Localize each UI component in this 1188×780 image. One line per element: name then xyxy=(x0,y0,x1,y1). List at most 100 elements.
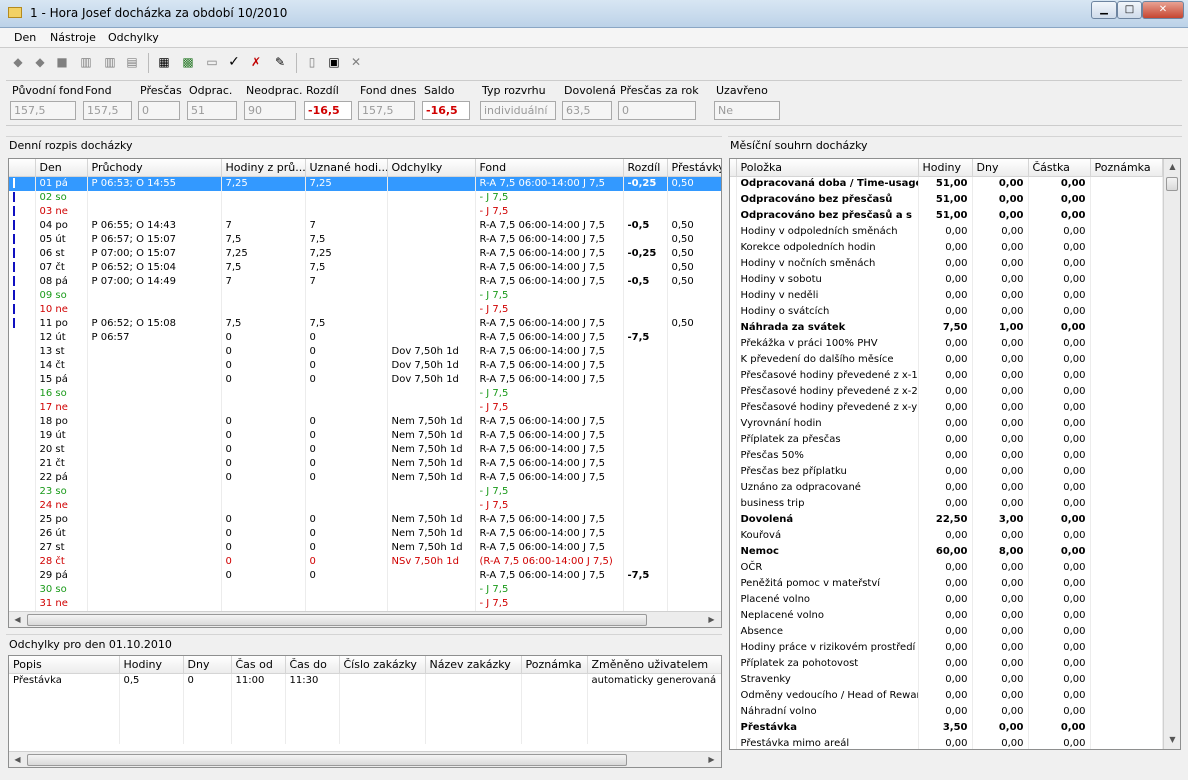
deviations-table[interactable]: Popis Hodiny Dny Čas od Čas do Číslo zakázky N… xyxy=(8,655,722,768)
table-row[interactable]: Příplatek za pohotovost 0,00 0,00 0,00 xyxy=(730,656,1163,672)
table-row[interactable]: Absence 0,00 0,00 0,00 xyxy=(730,624,1163,640)
table-row[interactable]: 02 so - J 7,5 xyxy=(9,190,721,205)
table-row[interactable]: 05 út P 06:57; O 15:07 7,5 7,5 R-A 7,5 06:00… xyxy=(9,232,721,247)
table-row[interactable]: 15 pá 0 0 Dov 7,50h 1d R-A 7,5 06:00-14:00 J… xyxy=(9,372,721,387)
table-row[interactable]: 11 po P 06:52; O 15:08 7,5 7,5 R-A 7,5 06:00… xyxy=(9,316,721,331)
check-icon[interactable]: ✓ xyxy=(224,52,244,72)
table-row[interactable]: Hodiny práce v rizikovém prostředí 0,00 0,… xyxy=(730,640,1163,656)
table-row[interactable]: Uznáno za odpracované 0,00 0,00 0,00 xyxy=(730,480,1163,496)
table-row[interactable]: Korekce odpoledních hodin 0,00 0,00 0,00 xyxy=(730,240,1163,256)
table-row[interactable]: 24 ne - J 7,5 xyxy=(9,498,721,513)
monthly-summary-table[interactable]: Položka Hodiny Dny Částka Poznámka Odpracova… xyxy=(729,158,1181,750)
daily-horizontal-scrollbar[interactable]: ◀ ▶ xyxy=(9,611,721,627)
table-row[interactable]: Přesčasové hodiny převedené z x-1 0,00 0,0… xyxy=(730,368,1163,384)
table-row[interactable]: Neplacené volno 0,00 0,00 0,00 xyxy=(730,608,1163,624)
table-row[interactable]: Odměny vedoucího / Head of Reward 0,00 0,0… xyxy=(730,688,1163,704)
column-header[interactable]: Položka xyxy=(736,159,919,177)
table-row[interactable]: 08 pá P 07:00; O 14:49 7 7 R-A 7,5 06:00-14:… xyxy=(9,274,721,289)
column-header[interactable]: Změněno uživatelem xyxy=(587,656,721,674)
close-button[interactable]: ✕ xyxy=(1142,1,1184,19)
table-row[interactable]: 21 čt 0 0 Nem 7,50h 1d R-A 7,5 06:00-14:00 J… xyxy=(9,456,721,471)
table-row[interactable]: 23 so - J 7,5 xyxy=(9,484,721,499)
table-row[interactable]: Vyrovnání hodin 0,00 0,00 0,00 xyxy=(730,416,1163,432)
column-header[interactable]: Čas od xyxy=(231,656,286,674)
table-row[interactable]: Přesčas bez příplatku 0,00 0,00 0,00 xyxy=(730,464,1163,480)
table-row[interactable]: Přestávka mimo areál 0,00 0,00 0,00 xyxy=(730,736,1163,749)
table-row[interactable]: 01 pá P 06:53; O 14:55 7,25 7,25 R-A 7,5 06:… xyxy=(9,176,721,191)
column-header[interactable]: Přestávky xyxy=(667,159,721,177)
close-icon[interactable]: ✕ xyxy=(346,52,366,72)
table-row[interactable]: 25 po 0 0 Nem 7,50h 1d R-A 7,5 06:00-14:00 J… xyxy=(9,512,721,527)
table-row[interactable]: Kouřová 0,00 0,00 0,00 xyxy=(730,528,1163,544)
table-row[interactable]: Hodiny v nočních směnách 0,00 0,00 0,00 xyxy=(730,256,1163,272)
next-record-icon[interactable]: ◆ xyxy=(30,52,50,72)
table-row[interactable]: 16 so - J 7,5 xyxy=(9,386,721,401)
table-row[interactable]: 29 pá 0 0 R-A 7,5 06:00-14:00 J 7,5 -7,5 xyxy=(9,568,721,583)
menu-nastroje[interactable]: Nástroje xyxy=(50,31,96,44)
calculator-icon[interactable]: ▦ xyxy=(154,52,174,72)
column-header[interactable]: Dny xyxy=(183,656,232,674)
new-page-icon[interactable]: ▯ xyxy=(302,52,322,72)
table-row[interactable]: 14 čt 0 0 Dov 7,50h 1d R-A 7,5 06:00-14:00 J… xyxy=(9,358,721,373)
table-row[interactable]: Přestávka 0,5 0 11:00 11:30 automaticky gener… xyxy=(9,673,721,688)
column-header[interactable]: Poznámka xyxy=(521,656,588,674)
table-row[interactable]: Náhrada za svátek 7,50 1,00 0,00 xyxy=(730,320,1163,336)
daily-attendance-table[interactable]: Den Průchody Hodiny z prů... Uznané hodi...… xyxy=(8,158,722,628)
table-row[interactable]: Hodiny v neděli 0,00 0,00 0,00 xyxy=(730,288,1163,304)
table-row[interactable]: Odpracováno bez přesčasů 51,00 0,00 0,00 xyxy=(730,192,1163,208)
table-row[interactable]: 28 čt 0 0 NSv 7,50h 1d (R-A 7,5 06:00-14:00 … xyxy=(9,554,721,569)
table-row[interactable]: Placené volno 0,00 0,00 0,00 xyxy=(730,592,1163,608)
column-header[interactable]: Den xyxy=(35,159,88,177)
scroll-thumb[interactable] xyxy=(27,754,627,766)
table-row[interactable]: OČR 0,00 0,00 0,00 xyxy=(730,560,1163,576)
table-row[interactable]: 27 st 0 0 Nem 7,50h 1d R-A 7,5 06:00-14:00 J… xyxy=(9,540,721,555)
column-header[interactable]: Rozdíl xyxy=(623,159,668,177)
menu-odchylky[interactable]: Odchylky xyxy=(108,31,159,44)
scroll-thumb[interactable] xyxy=(1166,177,1178,191)
scroll-left-arrow-icon[interactable]: ◀ xyxy=(9,615,26,624)
monthly-vertical-scrollbar[interactable]: ▲ ▼ xyxy=(1163,159,1180,749)
menu-den[interactable]: Den xyxy=(14,31,36,44)
table-row[interactable]: 31 ne - J 7,5 xyxy=(9,596,721,611)
table-row[interactable]: 10 ne - J 7,5 xyxy=(9,302,721,317)
table-row[interactable]: 03 ne - J 7,5 xyxy=(9,204,721,219)
deviations-horizontal-scrollbar[interactable]: ◀ ▶ xyxy=(9,751,721,767)
column-header[interactable]: Dny xyxy=(972,159,1029,177)
column-header[interactable]: Hodiny xyxy=(918,159,973,177)
scroll-left-arrow-icon[interactable]: ◀ xyxy=(9,755,26,764)
column-header[interactable]: Hodiny z prů... xyxy=(221,159,306,177)
table-row[interactable]: 07 čt P 06:52; O 15:04 7,5 7,5 R-A 7,5 06:00… xyxy=(9,260,721,275)
barcode-icon[interactable]: ▥ xyxy=(76,52,96,72)
table-row[interactable]: 17 ne - J 7,5 xyxy=(9,400,721,415)
table-row[interactable]: Peněžitá pomoc v mateřství 0,00 0,00 0,00 xyxy=(730,576,1163,592)
scroll-down-arrow-icon[interactable]: ▼ xyxy=(1164,735,1180,744)
table-row[interactable]: Přesčasové hodiny převedené z x-2 0,00 0,0… xyxy=(730,384,1163,400)
cross-check-icon[interactable]: ✗ xyxy=(246,52,266,72)
column-header[interactable]: Číslo zakázky xyxy=(339,656,426,674)
prev-record-icon[interactable]: ◆ xyxy=(8,52,28,72)
column-header[interactable]: Uznané hodi... xyxy=(305,159,388,177)
column-header[interactable]: Hodiny xyxy=(119,656,184,674)
table-row[interactable]: Dovolená 22,50 3,00 0,00 xyxy=(730,512,1163,528)
table-row[interactable]: Nemoc 60,00 8,00 0,00 xyxy=(730,544,1163,560)
table-row[interactable]: 04 po P 06:55; O 14:43 7 7 R-A 7,5 06:00-14:… xyxy=(9,218,721,233)
table-row[interactable]: 12 út P 06:57 0 0 R-A 7,5 06:00-14:00 J 7,5-… xyxy=(9,330,721,345)
column-header[interactable]: Průchody xyxy=(87,159,222,177)
table-row[interactable]: 22 pá 0 0 Nem 7,50h 1d R-A 7,5 06:00-14:00 J… xyxy=(9,470,721,485)
table-row[interactable]: Odpracováno bez přesčasů a s 51,00 0,00 0,0… xyxy=(730,208,1163,224)
scroll-right-arrow-icon[interactable]: ▶ xyxy=(703,615,720,624)
column-header[interactable]: Poznámka xyxy=(1090,159,1163,177)
table-row[interactable]: 13 st 0 0 Dov 7,50h 1d R-A 7,5 06:00-14:00 J… xyxy=(9,344,721,359)
scroll-up-arrow-icon[interactable]: ▲ xyxy=(1164,162,1180,171)
column-header[interactable]: Fond xyxy=(475,159,624,177)
table-row[interactable]: Stravenky 0,00 0,00 0,00 xyxy=(730,672,1163,688)
table-row[interactable]: Přesčasové hodiny převedené z x-y 0,00 0,0… xyxy=(730,400,1163,416)
scroll-right-arrow-icon[interactable]: ▶ xyxy=(703,755,720,764)
column-header[interactable]: Částka xyxy=(1028,159,1091,177)
table-row[interactable]: 30 so - J 7,5 xyxy=(9,582,721,597)
sign-off-icon[interactable]: ✎ xyxy=(270,52,290,72)
column-header[interactable]: Odchylky xyxy=(387,159,476,177)
chart-icon[interactable]: ▤ xyxy=(122,52,142,72)
table-row[interactable]: 20 st 0 0 Nem 7,50h 1d R-A 7,5 06:00-14:00 J… xyxy=(9,442,721,457)
stop-icon[interactable]: ■ xyxy=(52,52,72,72)
